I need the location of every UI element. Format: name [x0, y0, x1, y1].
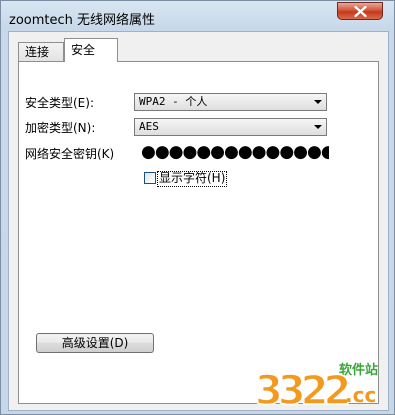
network-key-label: 网络安全密钥(K) [25, 147, 115, 161]
chevron-down-icon [314, 125, 322, 129]
site-watermark-logo: 软件站 3322 .cc [254, 362, 378, 414]
show-characters-label[interactable]: 显示字符(H) [157, 171, 228, 187]
title-bar[interactable]: zoomtech 无线网络属性 [1, 1, 394, 31]
dialog-body: 连接 安全 [8, 31, 389, 411]
window-title: zoomtech 无线网络属性 [9, 13, 156, 28]
tab-connection[interactable]: 连接 [18, 42, 64, 61]
chevron-down-icon [314, 100, 322, 104]
encryption-type-select[interactable]: AES [134, 118, 327, 136]
svg-text:3322: 3322 [255, 368, 348, 414]
svg-text:.cc: .cc [345, 383, 376, 407]
close-button[interactable] [337, 2, 383, 20]
security-type-label: 安全类型(E): [25, 96, 94, 110]
tab-security[interactable]: 安全 [64, 38, 118, 62]
close-icon [354, 6, 367, 17]
show-characters-checkbox[interactable] [144, 172, 156, 184]
security-type-select[interactable]: WPA2 - 个人 [134, 93, 327, 111]
encryption-type-value: AES [139, 120, 159, 133]
properties-window: zoomtech 无线网络属性 连接 安全 安全类型(E): WPA2 - 个人… [0, 0, 395, 415]
encryption-type-label: 加密类型(N): [25, 121, 96, 135]
network-key-input[interactable]: ●●●●●●●●●●●●●●● [141, 143, 329, 163]
advanced-settings-button[interactable]: 高级设置(D) [36, 333, 154, 353]
security-type-value: WPA2 - 个人 [139, 95, 208, 108]
